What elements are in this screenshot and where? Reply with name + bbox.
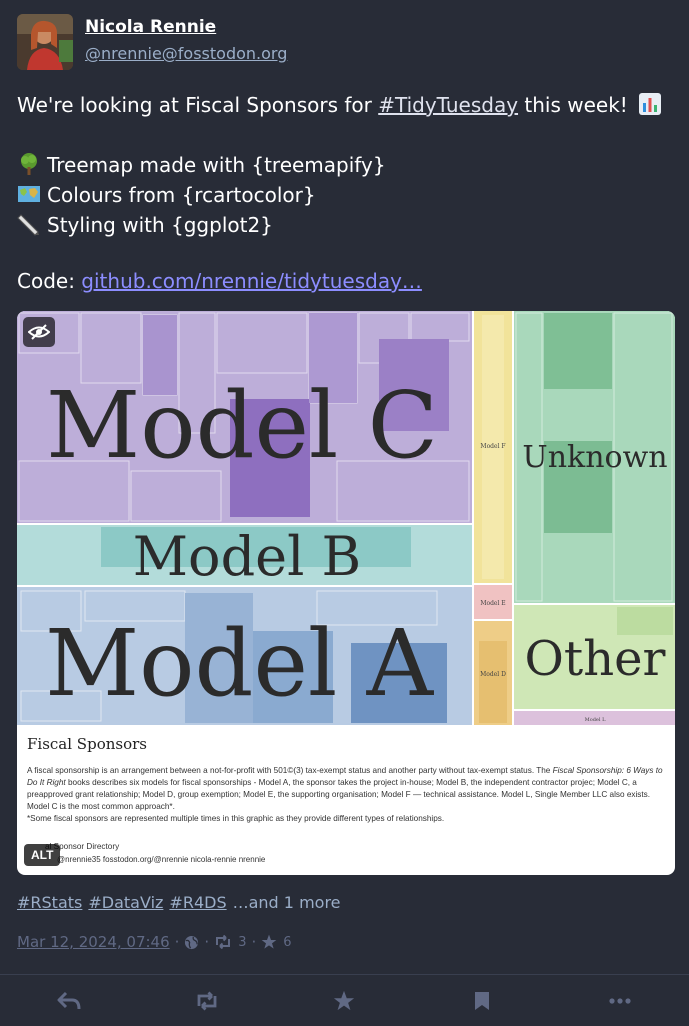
hashtag-link[interactable]: #RStats [17,893,82,912]
favourite-button[interactable] [324,981,364,1021]
bookmark-icon [475,991,490,1010]
hashtags-more-button[interactable]: …and 1 more [233,893,341,912]
caption-text: books describes six models for fiscal sp… [27,778,651,811]
reply-button[interactable] [49,981,89,1021]
eye-slash-icon [28,324,50,340]
ellipsis-icon [609,997,631,1004]
hashtag-link[interactable]: #TidyTuesday [378,93,518,117]
model-l-label: Model L [585,717,606,723]
world-map-icon [18,186,40,202]
content-line: Colours from {rcartocolor} [17,180,677,210]
status-meta: Mar 12, 2024, 07:46 · · 3 · 6 [17,933,292,951]
boost-button[interactable] [187,981,227,1021]
timestamp-link[interactable]: Mar 12, 2024, 07:46 [17,933,170,951]
model-e-label: Model E [480,600,505,607]
content-text: Colours from {rcartocolor} [47,183,316,207]
infographic-caption: Fiscal Sponsors A fiscal sponsorship is … [27,735,667,864]
status-content: We're looking at Fiscal Sponsors for #Ti… [17,90,677,296]
hashtag-bar: #RStats #DataViz #R4DS …and 1 more [17,893,341,912]
caption-title: Fiscal Sponsors [27,735,147,753]
content-line: Styling with {ggplot2} [17,210,677,240]
content-line: Treemap made with {treemapify} [17,150,677,180]
model-f-label: Model F [480,443,505,450]
model-c-label: Model C [46,372,438,479]
caption-social: @nrennie35 fosstodon.org/@nrennie nicola… [57,855,266,864]
star-icon [334,990,355,1010]
unknown-label: Unknown [522,440,667,475]
content-text: Treemap made with {treemapify} [47,153,386,177]
model-b-label: Model B [133,525,361,588]
avatar[interactable] [17,14,73,70]
code-link[interactable]: github.com/nrennie/tidytuesday… [81,269,422,293]
model-d-label: Model D [480,671,506,678]
content-text: Code: [17,269,82,293]
globe-icon [185,935,199,949]
display-name[interactable]: Nicola Rennie [85,17,216,37]
hashtag-link[interactable]: #R4DS [169,893,226,912]
caption-body: A fiscal sponsorship is an arrangement b… [27,765,667,825]
other-label: Other [525,631,666,687]
bar-chart-icon [639,93,662,115]
account-handle[interactable]: @nrennie@fosstodon.org [85,44,287,63]
caption-text: A fiscal sponsorship is an arrangement b… [27,766,553,775]
reply-icon [57,991,81,1009]
tree-icon [21,153,37,175]
pencil-icon [17,214,39,236]
boost-count-icon [216,935,231,949]
content-text: this week! [518,93,628,117]
content-text: Styling with {ggplot2} [47,213,273,237]
hide-media-button[interactable] [23,317,55,347]
favourite-count: 6 [283,934,292,950]
content-text: We're looking at Fiscal Sponsors for [17,93,379,117]
star-count-icon [261,934,277,949]
media-attachment[interactable]: Model C Model B Model A Model F Model E [17,311,675,875]
status-post: Nicola Rennie @nrennie@fosstodon.org We'… [0,0,689,1026]
action-bar [0,975,689,1026]
alt-text-badge[interactable]: ALT [24,844,61,866]
content-line: We're looking at Fiscal Sponsors for #Ti… [17,90,677,120]
boost-icon [197,991,217,1010]
model-d-inner-block [479,641,507,723]
treemap-image: Model C Model B Model A Model F Model E [17,311,675,725]
model-a-label: Model A [45,610,435,717]
more-options-button[interactable] [600,981,640,1021]
content-line: Code: github.com/nrennie/tidytuesday… [17,266,677,296]
caption-note: *Some fiscal sponsors are represented mu… [27,814,445,823]
boost-count: 3 [238,934,247,950]
hashtag-link[interactable]: #DataViz [88,893,163,912]
unknown-dark-block [544,313,612,389]
bookmark-button[interactable] [462,981,502,1021]
